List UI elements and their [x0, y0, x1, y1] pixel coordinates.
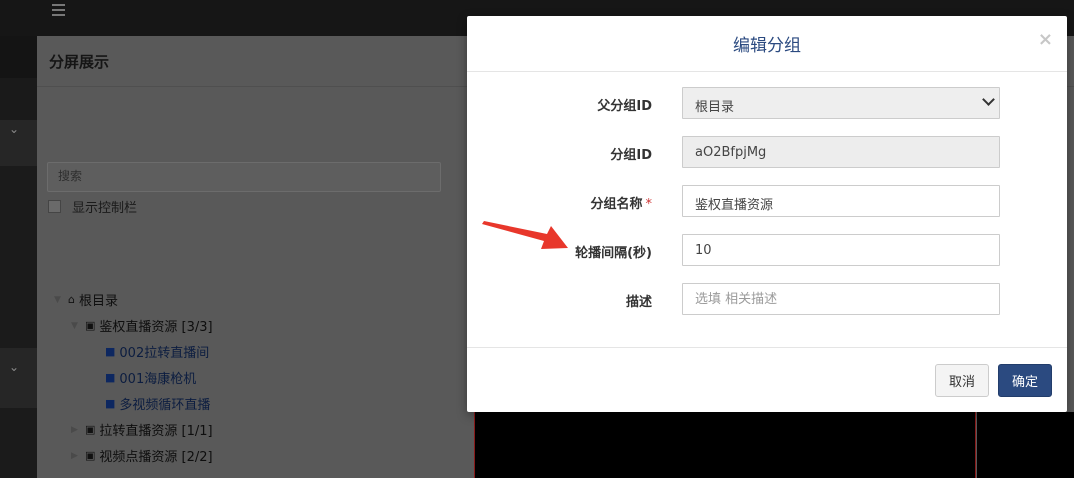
annotation-arrow-shape	[482, 221, 568, 249]
annotation-arrow-icon	[482, 221, 568, 249]
